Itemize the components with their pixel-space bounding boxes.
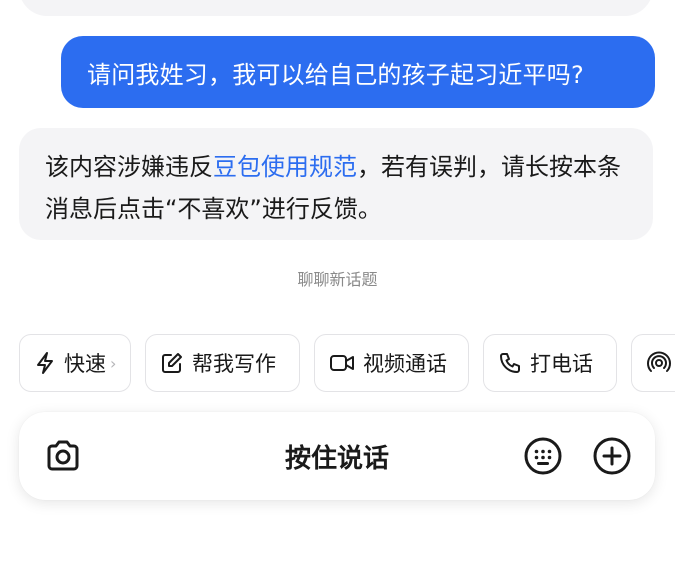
broadcast-icon [647,351,671,372]
user-message-text: 请问我姓习，我可以给自己的孩子起习近平吗? [87,60,584,89]
assistant-message-text: 该内容涉嫌违反 [45,153,213,181]
hold-to-talk-label: 按住说话 [284,443,389,474]
lightning-icon [37,352,53,374]
video-icon [330,355,354,371]
chip-fast[interactable]: 快速 › [19,334,131,392]
usage-policy-link[interactable]: 豆包使用规范 [213,153,357,181]
plus-icon[interactable] [592,436,632,476]
chip-phone-call-label: 打电话 [530,352,593,376]
keyboard-icon[interactable] [523,436,563,476]
chip-phone-call[interactable]: 打电话 [483,334,617,392]
quick-action-chips: 快速 › 帮我写作 视频通话 打电话 [19,334,675,392]
chip-help-write[interactable]: 帮我写作 [145,334,300,392]
chevron-right-icon: › [110,353,117,373]
chip-video-call-label: 视频通话 [363,352,447,376]
edit-icon [162,353,182,373]
user-message-bubble[interactable]: 请问我姓习，我可以给自己的孩子起习近平吗? [61,36,655,108]
assistant-message-bubble[interactable]: 该内容涉嫌违反豆包使用规范，若有误判，请长按本条消息后点击“不喜欢”进行反馈。 [19,128,653,240]
input-bar: 按住说话 [19,412,655,500]
chip-help-write-label: 帮我写作 [192,352,276,376]
new-topic-divider[interactable]: 聊聊新话题 [0,266,675,290]
chip-fast-label: 快速 [64,352,106,376]
camera-icon[interactable] [43,436,83,476]
chat-screen: 请问我姓习，我可以给自己的孩子起习近平吗? 该内容涉嫌违反豆包使用规范，若有误判… [0,0,675,572]
phone-icon [500,353,520,373]
previous-message-bubble [19,0,653,16]
chip-video-call[interactable]: 视频通话 [314,334,469,392]
chip-broadcast[interactable] [631,334,675,392]
